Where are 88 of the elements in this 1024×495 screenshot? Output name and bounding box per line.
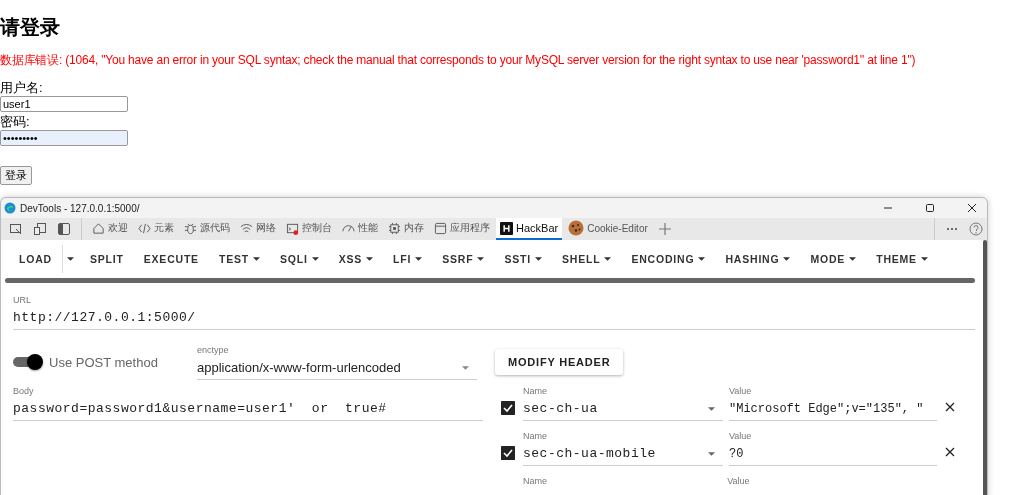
modify-header-button[interactable]: MODIFY HEADER: [495, 349, 624, 375]
console-icon: [286, 221, 299, 235]
sidebar-icon[interactable]: [57, 222, 71, 236]
close-icon[interactable]: [967, 203, 977, 213]
checkbox[interactable]: [501, 446, 515, 460]
devtools-tab[interactable]: 元素: [134, 218, 178, 240]
value-label: Value: [729, 431, 753, 443]
body-label: Body: [13, 386, 35, 398]
name-label: Name: [523, 386, 548, 398]
menu-button[interactable]: HASHING: [715, 244, 801, 274]
password-field[interactable]: •••••••••: [0, 130, 128, 146]
chip-icon: [388, 221, 401, 235]
caret-icon: [462, 365, 469, 370]
caret-icon: [311, 257, 319, 261]
header-value-field[interactable]: "Microsoft Edge";v="135", ": [729, 398, 937, 421]
help-icon[interactable]: [969, 222, 983, 236]
enctype-select[interactable]: application/x-www-form-urlencoded: [197, 356, 477, 380]
menu-button[interactable]: THEME: [866, 244, 938, 274]
post-toggle[interactable]: [13, 354, 43, 370]
menu-button[interactable]: TEST: [208, 244, 270, 274]
menu-button[interactable]: SQLI: [269, 244, 329, 274]
value-label: Value: [729, 386, 753, 398]
caret-icon: [477, 257, 485, 261]
menu-button[interactable]: ENCODING: [621, 244, 716, 274]
caret-icon: [708, 407, 715, 411]
caret-icon: [849, 257, 857, 261]
window-title: DevTools - 127.0.0.1:5000/: [20, 202, 140, 214]
devtools-tab[interactable]: 控制台: [282, 218, 336, 240]
devtools-tab[interactable]: 性能: [338, 218, 382, 240]
scrollbar[interactable]: [983, 240, 987, 495]
devtools-tab[interactable]: 源代码: [180, 218, 234, 240]
menu-button[interactable]: SHELL: [552, 244, 622, 274]
devtools-tab[interactable]: 欢迎: [88, 218, 132, 240]
username-field[interactable]: user1: [0, 96, 128, 112]
username-label: 用户名:: [0, 80, 44, 95]
menu-button[interactable]: SSTI: [494, 244, 552, 274]
enctype-label: enctype: [197, 344, 230, 357]
error-message: 数据库错误: (1064, "You have an error in your SQL syntax; check the manual that corresponds to your MySQL server version for the right syntax to use near 'password1'' at line 1"): [0, 52, 917, 69]
caret-icon: [920, 257, 928, 261]
caret-icon: [535, 257, 542, 261]
post-label: Use POST method: [49, 354, 159, 370]
login-button[interactable]: 登录: [0, 166, 32, 185]
menu-button[interactable]: EXECUTE: [133, 244, 209, 274]
devtools-tab[interactable]: Cookie-Editor: [564, 218, 652, 240]
header-value-field[interactable]: ?0: [729, 443, 937, 466]
remove-icon[interactable]: [945, 402, 955, 412]
caret-icon[interactable]: [66, 257, 74, 261]
name-label: Name: [523, 431, 548, 443]
url-field[interactable]: http://127.0.0.1:5000/: [13, 307, 975, 330]
scrollbar[interactable]: [5, 278, 975, 283]
caret-icon: [415, 257, 423, 261]
password-label: 密码:: [0, 114, 31, 129]
hackbar-logo: [500, 221, 513, 235]
menu-button[interactable]: LFI: [383, 244, 433, 274]
inspect-icon[interactable]: [9, 222, 23, 236]
caret-icon: [783, 257, 791, 261]
menu-button[interactable]: SSRF: [432, 244, 495, 274]
devtools-tab[interactable]: 应用程序: [430, 218, 494, 240]
caret-icon: [708, 452, 715, 456]
menu-button[interactable]: XSS: [328, 244, 384, 274]
url-label: URL: [13, 295, 32, 307]
menu-button[interactable]: MODE: [800, 244, 867, 274]
devtools-tab[interactable]: 网络: [236, 218, 280, 240]
home-icon: [92, 221, 105, 235]
cookie-icon: [568, 220, 585, 236]
name-label: Name: [523, 476, 548, 488]
remove-icon[interactable]: [945, 447, 955, 457]
header-name-field[interactable]: sec-ch-ua: [523, 398, 723, 421]
bug-icon: [184, 221, 197, 235]
code-icon: [138, 221, 151, 235]
menu-button[interactable]: LOAD: [9, 244, 62, 274]
menu-button[interactable]: SPLIT: [79, 244, 134, 274]
checkbox[interactable]: [501, 401, 515, 415]
window-icon: [434, 221, 447, 235]
body-field[interactable]: password=password1&username=user1' or true#: [13, 398, 483, 421]
wifi-icon: [240, 221, 253, 235]
value-label: Value: [727, 476, 751, 488]
caret-icon: [366, 257, 374, 261]
page-heading: 请登录: [0, 15, 61, 40]
devtools-tab[interactable]: HackBar: [496, 218, 563, 240]
device-icon[interactable]: [33, 222, 47, 236]
devtools-tab[interactable]: 内存: [384, 218, 428, 240]
caret-icon: [604, 257, 612, 261]
caret-icon: [698, 257, 706, 261]
header-name-field[interactable]: sec-ch-ua-mobile: [523, 443, 723, 466]
caret-icon: [252, 257, 260, 261]
maximize-icon[interactable]: [925, 203, 935, 213]
browser-logo-icon: [4, 202, 16, 214]
